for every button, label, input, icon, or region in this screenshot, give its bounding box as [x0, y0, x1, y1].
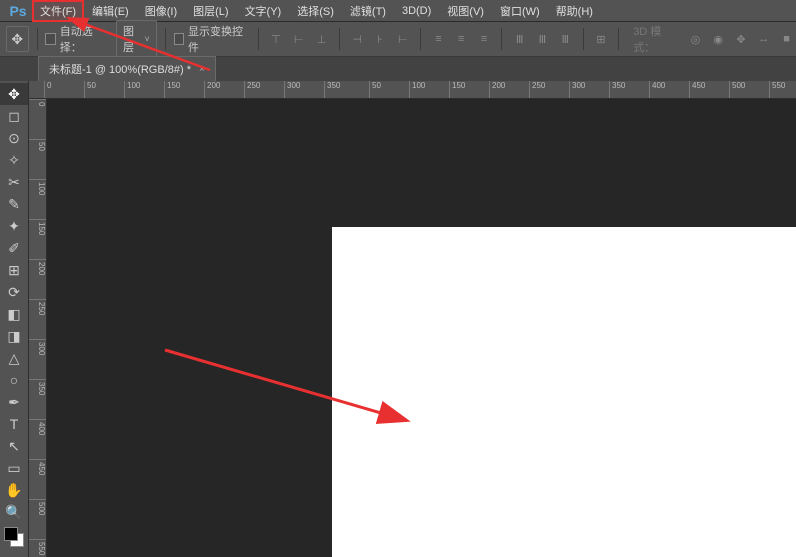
marquee-tool-icon[interactable]: ◻	[0, 105, 28, 127]
checkbox-icon	[45, 33, 55, 45]
stamp-tool-icon[interactable]: ⊞	[0, 259, 28, 281]
menu-help[interactable]: 帮助(H)	[548, 0, 601, 22]
checkbox-icon	[174, 33, 184, 45]
blur-tool-icon[interactable]: △	[0, 347, 28, 369]
type-tool-icon[interactable]: T	[0, 413, 28, 435]
document-tab[interactable]: 未标题-1 @ 100%(RGB/8#) * ×	[38, 56, 216, 81]
auto-select-checkbox[interactable]: 自动选择：	[45, 23, 106, 55]
tab-title: 未标题-1 @ 100%(RGB/8#) *	[49, 61, 191, 77]
eyedropper-tool-icon[interactable]: ✎	[0, 193, 28, 215]
document-canvas[interactable]	[332, 227, 796, 557]
document-tabs: 未标题-1 @ 100%(RGB/8#) * ×	[0, 57, 796, 81]
separator	[583, 28, 584, 50]
gradient-tool-icon[interactable]: ◨	[0, 325, 28, 347]
menu-select[interactable]: 选择(S)	[289, 0, 342, 22]
align-bottom-icon[interactable]: ⊥	[312, 28, 331, 50]
menu-file[interactable]: 文件(F)	[32, 0, 84, 22]
orbit-3d-icon[interactable]: ◎	[686, 28, 705, 50]
menu-type[interactable]: 文字(Y)	[237, 0, 290, 22]
distribute-4-icon[interactable]: Ⅲ	[510, 28, 529, 50]
menu-edit[interactable]: 编辑(E)	[84, 0, 137, 22]
menu-3d[interactable]: 3D(D)	[394, 2, 439, 20]
move-tool-icon[interactable]: ✥	[6, 26, 29, 52]
history-brush-tool-icon[interactable]: ⟳	[0, 281, 28, 303]
menubar: Ps 文件(F) 编辑(E) 图像(I) 图层(L) 文字(Y) 选择(S) 滤…	[0, 0, 796, 22]
wand-tool-icon[interactable]: ✧	[0, 149, 28, 171]
tools-panel: ✥ ◻ ⊙ ✧ ✂ ✎ ✦ ✐ ⊞ ⟳ ◧ ◨ △ ○ ✒ T ↖ ▭ ✋ 🔍	[0, 81, 29, 557]
roll-3d-icon[interactable]: ◉	[709, 28, 728, 50]
distribute-5-icon[interactable]: Ⅲ	[533, 28, 552, 50]
path-tool-icon[interactable]: ↖	[0, 435, 28, 457]
pan-3d-icon[interactable]: ✥	[732, 28, 751, 50]
auto-select-label: 自动选择：	[60, 23, 106, 55]
shape-tool-icon[interactable]: ▭	[0, 457, 28, 479]
separator	[420, 28, 421, 50]
align-right-icon[interactable]: ⊢	[393, 28, 412, 50]
menu-image[interactable]: 图像(I)	[137, 0, 185, 22]
align-vcenter-icon[interactable]: ⊢	[289, 28, 308, 50]
distribute-3-icon[interactable]: ≡	[475, 28, 494, 50]
eraser-tool-icon[interactable]: ◧	[0, 303, 28, 325]
separator	[37, 28, 38, 50]
distribute-1-icon[interactable]: ≡	[429, 28, 448, 50]
move-tool-icon[interactable]: ✥	[0, 83, 28, 105]
distribute-spacing-icon[interactable]: ⊞	[592, 28, 611, 50]
layer-dropdown[interactable]: 图层	[116, 20, 157, 58]
menu-window[interactable]: 窗口(W)	[492, 0, 548, 22]
ps-logo-icon: Ps	[4, 2, 32, 20]
foreground-color[interactable]	[4, 527, 18, 541]
ruler-horizontal[interactable]: 0501001502002503003505010015020025030035…	[29, 81, 796, 99]
separator	[258, 28, 259, 50]
transform-controls-label: 显示变换控件	[188, 23, 244, 55]
menu-layer[interactable]: 图层(L)	[185, 0, 236, 22]
ruler-vertical[interactable]: 050100150200250300350400450500550	[29, 99, 47, 557]
separator	[501, 28, 502, 50]
separator	[339, 28, 340, 50]
dodge-tool-icon[interactable]: ○	[0, 369, 28, 391]
slide-3d-icon[interactable]: ↔	[754, 28, 773, 50]
align-top-icon[interactable]: ⊤	[267, 28, 286, 50]
canvas-area[interactable]	[47, 99, 796, 557]
show-transform-checkbox[interactable]: 显示变换控件	[174, 23, 244, 55]
mode-3d-label: 3D 模式：	[627, 23, 682, 55]
distribute-6-icon[interactable]: Ⅲ	[556, 28, 575, 50]
color-swatch[interactable]	[4, 527, 24, 547]
distribute-2-icon[interactable]: ≡	[452, 28, 471, 50]
close-tab-icon[interactable]: ×	[199, 64, 205, 75]
menu-view[interactable]: 视图(V)	[439, 0, 492, 22]
align-left-icon[interactable]: ⊣	[348, 28, 367, 50]
options-bar: ✥ 自动选择： 图层 显示变换控件 ⊤ ⊢ ⊥ ⊣ ⊦ ⊢ ≡ ≡ ≡ Ⅲ Ⅲ …	[0, 22, 796, 57]
lasso-tool-icon[interactable]: ⊙	[0, 127, 28, 149]
zoom-3d-icon[interactable]: ■	[777, 28, 796, 50]
zoom-tool-icon[interactable]: 🔍	[0, 501, 28, 523]
align-hcenter-icon[interactable]: ⊦	[371, 28, 390, 50]
brush-tool-icon[interactable]: ✐	[0, 237, 28, 259]
menu-filter[interactable]: 滤镜(T)	[342, 0, 394, 22]
separator	[618, 28, 619, 50]
crop-tool-icon[interactable]: ✂	[0, 171, 28, 193]
heal-tool-icon[interactable]: ✦	[0, 215, 28, 237]
separator	[165, 28, 166, 50]
pen-tool-icon[interactable]: ✒	[0, 391, 28, 413]
hand-tool-icon[interactable]: ✋	[0, 479, 28, 501]
